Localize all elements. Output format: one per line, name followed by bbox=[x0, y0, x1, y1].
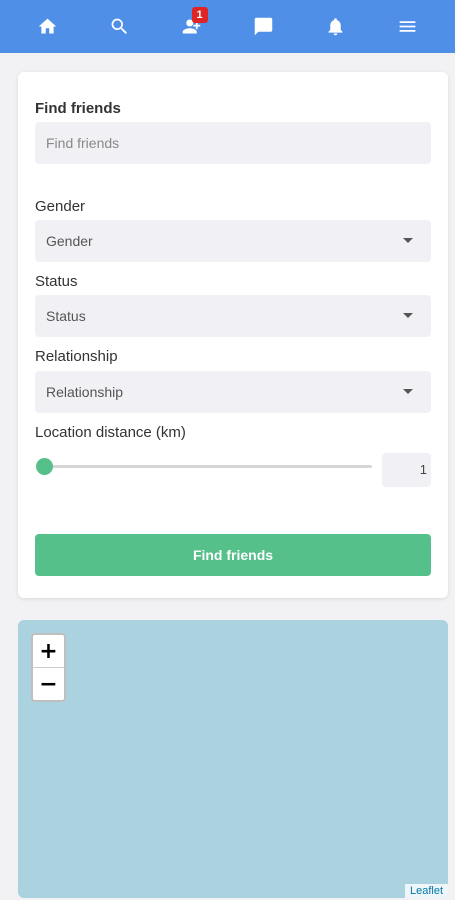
nav-friend-requests-button[interactable]: 1 bbox=[172, 6, 212, 47]
distance-slider-thumb[interactable] bbox=[36, 458, 53, 475]
chevron-down-icon bbox=[403, 389, 413, 394]
distance-slider[interactable] bbox=[36, 458, 372, 475]
bell-icon bbox=[328, 18, 343, 36]
hamburger-menu-icon bbox=[399, 21, 415, 32]
status-label: Status bbox=[35, 273, 78, 290]
find-friends-form: Find friends Find friends Gender Gender … bbox=[18, 72, 448, 598]
search-icon bbox=[111, 18, 128, 34]
relationship-select-value: Relationship bbox=[46, 384, 124, 400]
nav-notifications-button[interactable] bbox=[315, 7, 355, 47]
nav-messages-button[interactable] bbox=[243, 7, 283, 47]
find-friends-label: Find friends bbox=[35, 100, 121, 117]
distance-value-input[interactable]: 1 bbox=[382, 453, 431, 487]
find-friends-button[interactable]: Find friends bbox=[35, 534, 431, 576]
zoom-out-button[interactable]: − bbox=[33, 668, 64, 700]
nav-menu-button[interactable] bbox=[387, 7, 427, 47]
chat-icon bbox=[254, 17, 273, 36]
find-friends-input[interactable]: Find friends bbox=[35, 122, 431, 164]
chevron-down-icon bbox=[403, 238, 413, 243]
gender-select-value: Gender bbox=[46, 233, 93, 249]
zoom-in-button[interactable]: + bbox=[33, 635, 64, 668]
friend-requests-badge: 1 bbox=[191, 6, 208, 23]
chevron-down-icon bbox=[403, 313, 413, 318]
relationship-label: Relationship bbox=[35, 348, 118, 365]
map-view[interactable]: + − Leaflet bbox=[18, 620, 448, 898]
home-icon bbox=[39, 18, 57, 34]
status-select[interactable]: Status bbox=[35, 295, 431, 337]
relationship-select[interactable]: Relationship bbox=[35, 371, 431, 413]
top-navigation-bar: 1 bbox=[0, 0, 455, 53]
nav-home-button[interactable] bbox=[28, 7, 68, 47]
map-zoom-control: + − bbox=[31, 633, 66, 702]
map-attribution-link[interactable]: Leaflet bbox=[404, 884, 448, 898]
status-select-value: Status bbox=[46, 308, 86, 324]
nav-search-button[interactable] bbox=[100, 7, 140, 47]
location-distance-label: Location distance (km) bbox=[35, 424, 186, 441]
gender-label: Gender bbox=[35, 198, 86, 215]
gender-select[interactable]: Gender bbox=[35, 220, 431, 262]
